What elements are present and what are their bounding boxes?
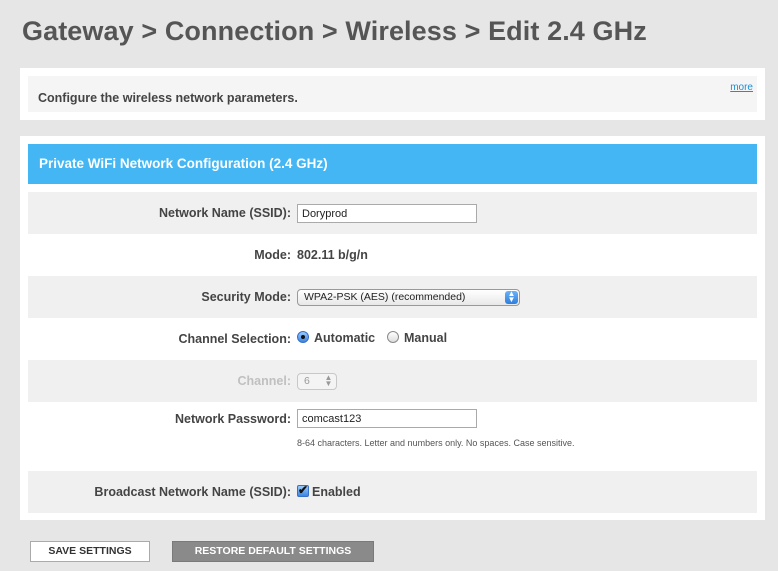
section-header: Private WiFi Network Configuration (2.4 …: [28, 144, 757, 184]
broadcast-checkbox[interactable]: Enabled: [297, 483, 361, 499]
channel-row: Channel: 6 ▲ ▼: [28, 360, 757, 402]
password-hint: 8-64 characters. Letter and numbers only…: [297, 438, 575, 448]
ssid-label: Network Name (SSID):: [159, 206, 291, 220]
page-title: Gateway > Connection > Wireless > Edit 2…: [22, 16, 647, 46]
select-arrows-icon: ▲ ▼: [505, 290, 518, 304]
channel-selection-label: Channel Selection:: [178, 332, 291, 346]
ssid-row: Network Name (SSID):: [28, 192, 757, 234]
intro-box: Configure the wireless network parameter…: [28, 76, 757, 112]
radio-automatic[interactable]: Automatic: [297, 331, 375, 345]
channel-value: 6: [304, 375, 310, 387]
select-arrows-icon: ▲ ▼: [324, 373, 333, 388]
security-mode-select[interactable]: WPA2-PSK (AES) (recommended) ▲ ▼: [297, 289, 520, 306]
broadcast-row: Broadcast Network Name (SSID): Enabled: [28, 471, 757, 513]
checkbox-checked-icon[interactable]: [297, 483, 309, 497]
radio-checked-icon[interactable]: [297, 331, 309, 343]
restore-default-settings-button[interactable]: RESTORE DEFAULT SETTINGS: [172, 541, 374, 562]
radio-automatic-label: Automatic: [314, 331, 376, 345]
password-row: Network Password: 8-64 characters. Lette…: [28, 402, 757, 466]
security-row: Security Mode: WPA2-PSK (AES) (recommend…: [28, 276, 757, 318]
mode-value: 802.11 b/g/n: [297, 248, 368, 262]
radio-manual-label: Manual: [404, 331, 448, 345]
channel-label: Channel:: [237, 374, 291, 388]
broadcast-label: Broadcast Network Name (SSID):: [94, 485, 291, 499]
mode-label: Mode:: [254, 248, 291, 262]
intro-panel: Configure the wireless network parameter…: [20, 68, 765, 120]
intro-text: Configure the wireless network parameter…: [38, 91, 298, 105]
password-input[interactable]: [297, 409, 477, 428]
channel-selection-row: Channel Selection: Automatic Manual: [28, 318, 757, 360]
more-link[interactable]: more: [730, 82, 753, 93]
channel-select: 6 ▲ ▼: [297, 373, 337, 390]
security-mode-value: WPA2-PSK (AES) (recommended): [304, 291, 466, 303]
config-panel: Private WiFi Network Configuration (2.4 …: [20, 136, 765, 520]
radio-unchecked-icon[interactable]: [387, 331, 399, 343]
save-settings-button[interactable]: SAVE SETTINGS: [30, 541, 150, 562]
broadcast-checkbox-label: Enabled: [312, 485, 361, 499]
security-label: Security Mode:: [201, 290, 291, 304]
password-label: Network Password:: [174, 412, 291, 426]
radio-manual[interactable]: Manual: [387, 331, 447, 345]
mode-row: Mode: 802.11 b/g/n: [28, 234, 757, 276]
ssid-input[interactable]: [297, 204, 477, 223]
